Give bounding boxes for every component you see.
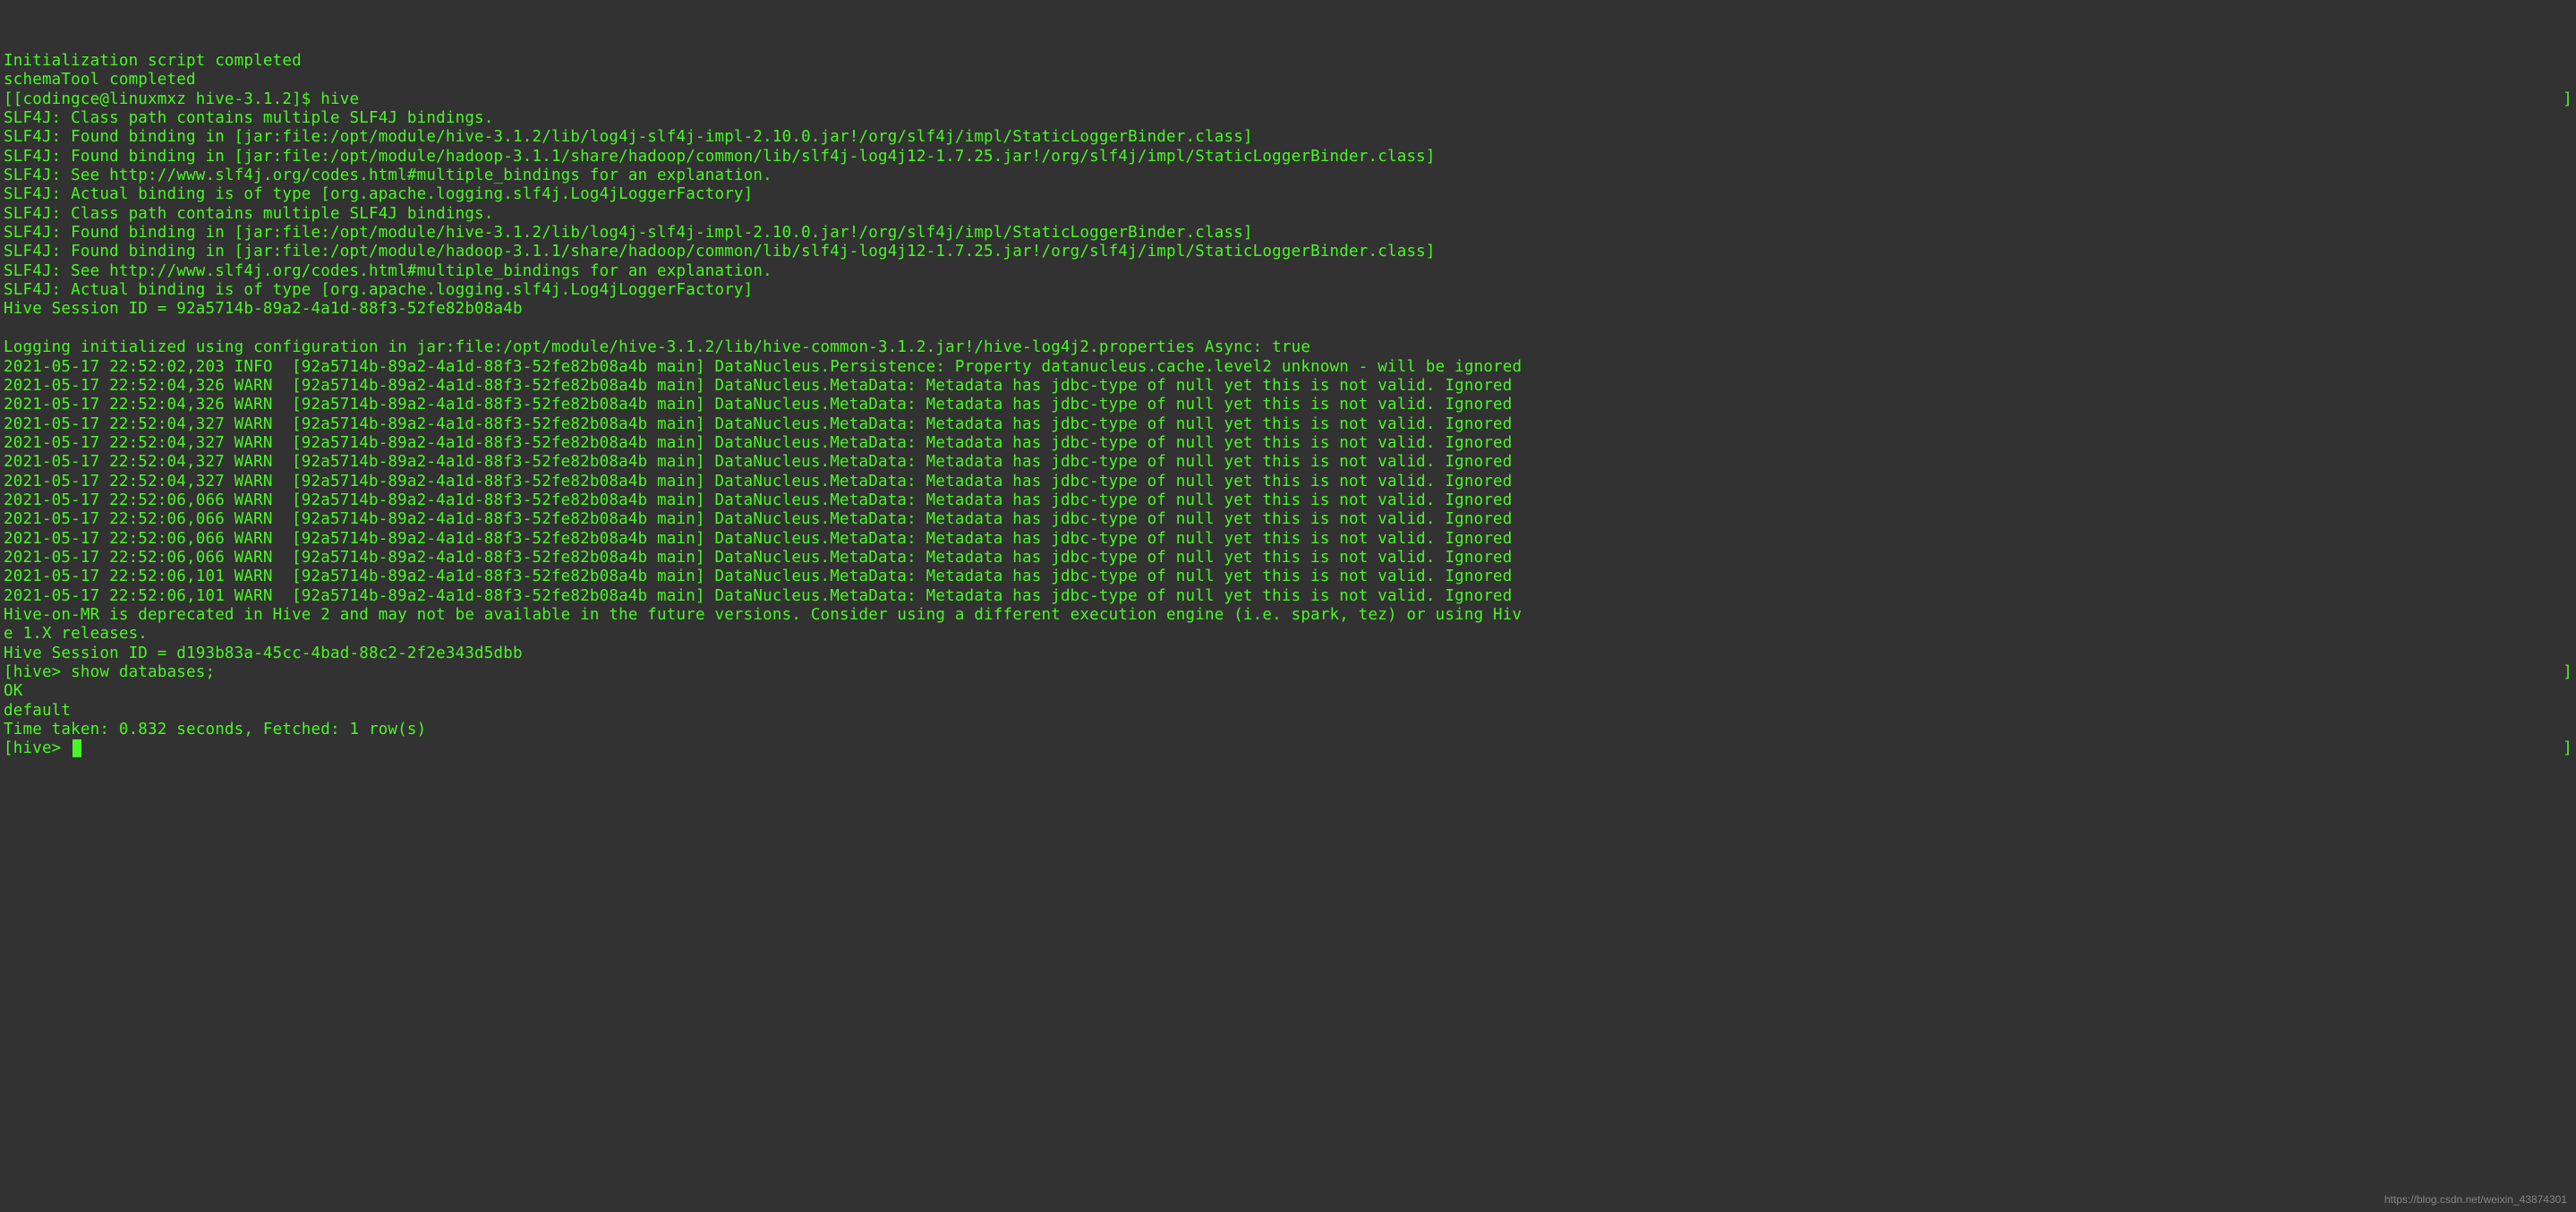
terminal-line: e 1.X releases. xyxy=(4,625,2572,644)
terminal-line: 2021-05-17 22:52:06,066 WARN [92a5714b-8… xyxy=(4,491,2572,510)
terminal-text: 2021-05-17 22:52:04,326 WARN [92a5714b-8… xyxy=(4,396,1513,414)
terminal-line: Logging initialized using configuration … xyxy=(4,338,2572,357)
terminal-line: Initialization script completed xyxy=(4,52,2572,71)
right-bracket: ] xyxy=(2563,739,2572,758)
terminal-line: 2021-05-17 22:52:02,203 INFO [92a5714b-8… xyxy=(4,358,2572,377)
terminal-output[interactable]: Initialization script completedschemaToo… xyxy=(0,0,2576,759)
cursor-block xyxy=(73,739,81,757)
terminal-text: 2021-05-17 22:52:04,326 WARN [92a5714b-8… xyxy=(4,377,1513,395)
terminal-line: SLF4J: Actual binding is of type [org.ap… xyxy=(4,281,2572,300)
terminal-line: SLF4J: Actual binding is of type [org.ap… xyxy=(4,185,2572,204)
terminal-text: 2021-05-17 22:52:04,327 WARN [92a5714b-8… xyxy=(4,473,1513,491)
watermark-text: https://blog.csdn.net/weixin_43874301 xyxy=(2384,1193,2567,1207)
terminal-line: 2021-05-17 22:52:04,326 WARN [92a5714b-8… xyxy=(4,396,2572,414)
terminal-text: SLF4J: See http://www.slf4j.org/codes.ht… xyxy=(4,262,772,280)
terminal-line: SLF4J: Found binding in [jar:file:/opt/m… xyxy=(4,243,2572,261)
terminal-text: OK xyxy=(4,682,22,700)
terminal-text: 2021-05-17 22:52:04,327 WARN [92a5714b-8… xyxy=(4,434,1513,452)
terminal-text: [hive> xyxy=(4,739,71,757)
terminal-text: Time taken: 0.832 seconds, Fetched: 1 ro… xyxy=(4,721,426,738)
terminal-text: SLF4J: Found binding in [jar:file:/opt/m… xyxy=(4,224,1253,242)
terminal-text: SLF4J: Found binding in [jar:file:/opt/m… xyxy=(4,243,1436,260)
terminal-line: SLF4J: Class path contains multiple SLF4… xyxy=(4,205,2572,224)
terminal-line: SLF4J: See http://www.slf4j.org/codes.ht… xyxy=(4,262,2572,281)
terminal-line: SLF4J: Class path contains multiple SLF4… xyxy=(4,109,2572,128)
terminal-line: SLF4J: Found binding in [jar:file:/opt/m… xyxy=(4,128,2572,147)
terminal-line: 2021-05-17 22:52:06,066 WARN [92a5714b-8… xyxy=(4,510,2572,529)
terminal-line: 2021-05-17 22:52:04,327 WARN [92a5714b-8… xyxy=(4,473,2572,491)
terminal-text: 2021-05-17 22:52:06,101 WARN [92a5714b-8… xyxy=(4,587,1513,605)
terminal-line: 2021-05-17 22:52:06,066 WARN [92a5714b-8… xyxy=(4,549,2572,568)
terminal-text: Initialization script completed xyxy=(4,52,302,70)
terminal-line: 2021-05-17 22:52:04,326 WARN [92a5714b-8… xyxy=(4,377,2572,396)
terminal-text: SLF4J: Actual binding is of type [org.ap… xyxy=(4,281,753,299)
terminal-text: e 1.X releases. xyxy=(4,625,148,643)
terminal-text: SLF4J: See http://www.slf4j.org/codes.ht… xyxy=(4,166,772,184)
terminal-text: SLF4J: Class path contains multiple SLF4… xyxy=(4,205,494,223)
terminal-line: default xyxy=(4,702,2572,721)
terminal-line: Hive-on-MR is deprecated in Hive 2 and m… xyxy=(4,606,2572,625)
terminal-line: 2021-05-17 22:52:06,101 WARN [92a5714b-8… xyxy=(4,568,2572,586)
terminal-line: SLF4J: Found binding in [jar:file:/opt/m… xyxy=(4,148,2572,166)
terminal-text: 2021-05-17 22:52:06,066 WARN [92a5714b-8… xyxy=(4,549,1513,567)
terminal-line: 2021-05-17 22:52:06,066 WARN [92a5714b-8… xyxy=(4,530,2572,549)
terminal-text: Hive-on-MR is deprecated in Hive 2 and m… xyxy=(4,606,1522,624)
terminal-line: 2021-05-17 22:52:04,327 WARN [92a5714b-8… xyxy=(4,434,2572,453)
terminal-text: default xyxy=(4,702,71,720)
terminal-line: 2021-05-17 22:52:04,327 WARN [92a5714b-8… xyxy=(4,415,2572,434)
terminal-line: Time taken: 0.832 seconds, Fetched: 1 ro… xyxy=(4,721,2572,739)
terminal-line: schemaTool completed xyxy=(4,71,2572,90)
right-bracket: ] xyxy=(2563,663,2572,682)
terminal-line: OK xyxy=(4,682,2572,701)
terminal-text: SLF4J: Found binding in [jar:file:/opt/m… xyxy=(4,128,1253,146)
terminal-line: Hive Session ID = 92a5714b-89a2-4a1d-88f… xyxy=(4,300,2572,319)
terminal-text: 2021-05-17 22:52:04,327 WARN [92a5714b-8… xyxy=(4,453,1513,471)
terminal-text: 2021-05-17 22:52:06,066 WARN [92a5714b-8… xyxy=(4,510,1513,528)
terminal-line: SLF4J: Found binding in [jar:file:/opt/m… xyxy=(4,224,2572,243)
terminal-text: SLF4J: Found binding in [jar:file:/opt/m… xyxy=(4,148,1436,166)
terminal-line: [hive> ] xyxy=(4,739,2572,758)
terminal-text: 2021-05-17 22:52:06,066 WARN [92a5714b-8… xyxy=(4,491,1513,509)
terminal-line: SLF4J: See http://www.slf4j.org/codes.ht… xyxy=(4,166,2572,185)
terminal-line: Hive Session ID = d193b83a-45cc-4bad-88c… xyxy=(4,644,2572,663)
terminal-text: 2021-05-17 22:52:04,327 WARN [92a5714b-8… xyxy=(4,415,1513,433)
terminal-text: schemaTool completed xyxy=(4,71,196,89)
terminal-text: [[codingce@linuxmxz hive-3.1.2]$ hive xyxy=(4,90,359,108)
terminal-text: SLF4J: Actual binding is of type [org.ap… xyxy=(4,185,753,203)
terminal-line xyxy=(4,320,2572,338)
terminal-text: [hive> show databases; xyxy=(4,663,215,681)
terminal-text: Hive Session ID = 92a5714b-89a2-4a1d-88f… xyxy=(4,300,523,318)
terminal-line: 2021-05-17 22:52:06,101 WARN [92a5714b-8… xyxy=(4,587,2572,606)
terminal-line: [hive> show databases;] xyxy=(4,663,2572,682)
terminal-text: SLF4J: Class path contains multiple SLF4… xyxy=(4,109,494,127)
terminal-line: [[codingce@linuxmxz hive-3.1.2]$ hive] xyxy=(4,90,2572,109)
terminal-text: Hive Session ID = d193b83a-45cc-4bad-88c… xyxy=(4,644,523,662)
terminal-text: Logging initialized using configuration … xyxy=(4,338,1310,356)
terminal-text: 2021-05-17 22:52:02,203 INFO [92a5714b-8… xyxy=(4,358,1522,376)
terminal-line: 2021-05-17 22:52:04,327 WARN [92a5714b-8… xyxy=(4,453,2572,472)
terminal-text: 2021-05-17 22:52:06,101 WARN [92a5714b-8… xyxy=(4,568,1513,585)
right-bracket: ] xyxy=(2563,90,2572,109)
terminal-text: 2021-05-17 22:52:06,066 WARN [92a5714b-8… xyxy=(4,530,1513,548)
